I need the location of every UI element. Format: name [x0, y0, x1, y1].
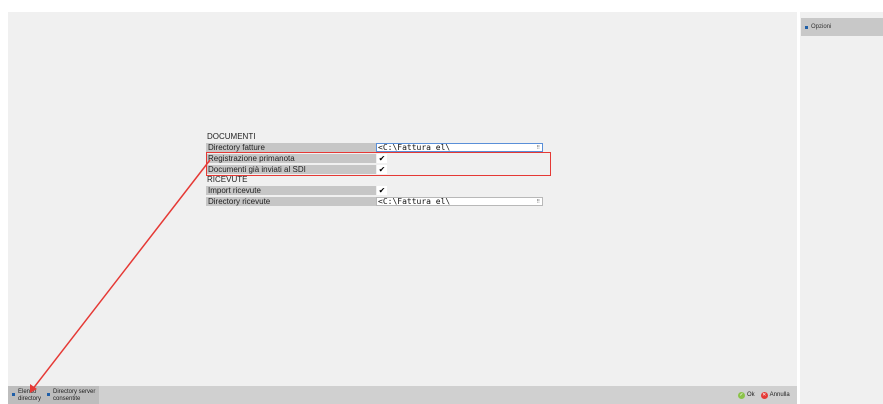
arrow-line — [31, 159, 211, 391]
annotation-arrow — [30, 159, 211, 393]
